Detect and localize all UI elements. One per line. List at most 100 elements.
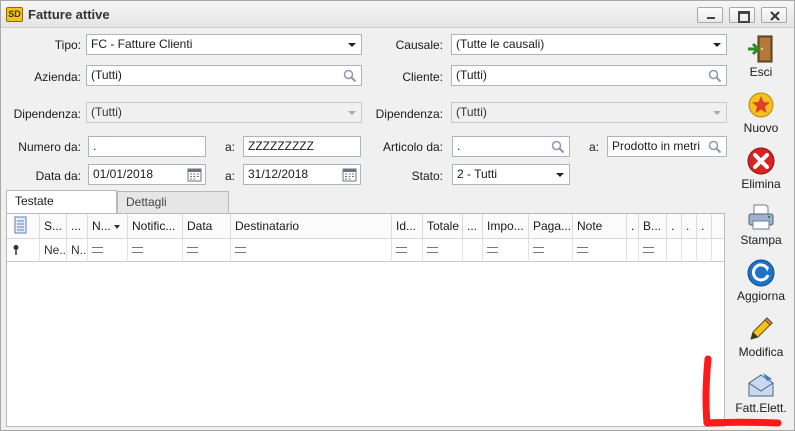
dipendenza-value: (Tutti) — [91, 105, 122, 119]
close-button[interactable] — [761, 7, 787, 23]
articolo-da-input[interactable]: . — [452, 136, 570, 157]
numero-a-value: ZZZZZZZZZ — [248, 139, 314, 153]
esci-label: Esci — [749, 65, 773, 79]
column-chooser-icon — [14, 216, 27, 234]
fatt-elett-button[interactable]: Fatt.Elett. — [728, 367, 794, 419]
equals-icon — [643, 246, 654, 253]
tipo-value: FC - Fatture Clienti — [91, 37, 193, 51]
tab-dettagli-documenti[interactable]: Dettagli documenti — [117, 191, 229, 230]
filter-cell[interactable] — [697, 239, 712, 262]
cliente-label: Cliente: — [402, 70, 443, 84]
modifica-label: Modifica — [738, 345, 784, 359]
equals-icon — [533, 246, 544, 253]
numero-a-input[interactable]: ZZZZZZZZZ — [243, 136, 361, 157]
modifica-button[interactable]: Modifica — [728, 311, 794, 363]
aggiorna-button[interactable]: Aggiorna — [728, 255, 794, 307]
column-header[interactable]: . — [682, 214, 697, 239]
numero-da-input[interactable]: . — [88, 136, 206, 157]
nuovo-button[interactable]: Nuovo — [728, 87, 794, 139]
column-header[interactable]: Note — [573, 214, 627, 239]
equals-icon — [577, 246, 588, 253]
filter-cell[interactable]: Ne... — [40, 239, 67, 262]
equals-icon — [235, 246, 246, 253]
stato-label: Stato: — [411, 169, 443, 183]
data-da-label: Data da: — [35, 169, 81, 183]
cliente-input[interactable]: (Tutti) — [451, 65, 727, 86]
column-header[interactable]: . — [667, 214, 682, 239]
data-da-value: 01/01/2018 — [93, 167, 154, 181]
column-header[interactable]: ... — [463, 214, 483, 239]
minimize-button[interactable] — [697, 7, 723, 23]
stato-value: 2 - Tutti — [457, 167, 498, 181]
chevron-down-icon — [713, 43, 721, 47]
search-icon[interactable] — [708, 140, 722, 154]
esci-button[interactable]: Esci — [728, 31, 794, 83]
column-header[interactable]: ... — [67, 214, 88, 239]
column-header[interactable]: Totale — [423, 214, 463, 239]
stampa-button[interactable]: Stampa — [728, 199, 794, 251]
filter-pin-icon — [13, 245, 19, 255]
column-header[interactable]: Notific... — [128, 214, 183, 239]
equals-icon — [396, 246, 407, 253]
articolo-da-value: . — [457, 139, 461, 153]
articolo-da-label: Articolo da: — [382, 140, 443, 154]
data-a-value: 31/12/2018 — [248, 167, 309, 181]
equals-icon — [487, 246, 498, 253]
new-star-icon — [748, 92, 774, 118]
tab-testate-documenti[interactable]: Testate documenti — [6, 190, 117, 229]
stato-select[interactable]: 2 - Tutti — [452, 164, 570, 185]
search-icon[interactable] — [343, 69, 357, 83]
exit-door-icon — [748, 35, 773, 63]
maximize-icon — [730, 8, 754, 23]
column-header[interactable]: . — [697, 214, 712, 239]
column-header[interactable]: Data — [183, 214, 231, 239]
filter-row: Ne... N... — [7, 239, 724, 262]
filter-cell[interactable] — [183, 239, 231, 262]
filter-cell[interactable]: N... — [67, 239, 88, 262]
filter-cell[interactable] — [483, 239, 529, 262]
nuovo-label: Nuovo — [743, 121, 779, 135]
dipendenza-select[interactable]: (Tutti) — [86, 102, 362, 123]
calendar-icon[interactable] — [342, 167, 357, 182]
printer-icon — [748, 204, 774, 230]
numero-da-value: . — [93, 139, 97, 153]
maximize-button[interactable] — [729, 7, 755, 23]
filter-cell[interactable] — [639, 239, 667, 262]
filter-cell[interactable] — [463, 239, 483, 262]
title-bar: SD Fatture attive — [1, 1, 794, 28]
filter-cell[interactable] — [682, 239, 697, 262]
azienda-input[interactable]: (Tutti) — [86, 65, 362, 86]
column-header[interactable]: . — [627, 214, 639, 239]
causale-select[interactable]: (Tutte le causali) — [451, 34, 727, 55]
filter-cell[interactable] — [88, 239, 128, 262]
filter-cell[interactable] — [667, 239, 682, 262]
column-header[interactable]: S... — [40, 214, 67, 239]
filter-cell[interactable] — [529, 239, 573, 262]
pencil-icon — [750, 317, 773, 340]
column-header-numero[interactable]: N... — [88, 214, 128, 239]
dipendenza-cliente-select[interactable]: (Tutti) — [451, 102, 727, 123]
column-header[interactable]: Impo... — [483, 214, 529, 239]
data-a-label: a: — [224, 169, 235, 183]
filter-cell[interactable] — [231, 239, 392, 262]
column-header[interactable]: B... — [639, 214, 667, 239]
column-header[interactable]: Destinatario — [231, 214, 392, 239]
filter-cell[interactable] — [573, 239, 627, 262]
column-header[interactable]: Paga... — [529, 214, 573, 239]
elimina-button[interactable]: Elimina — [728, 143, 794, 195]
articolo-a-input[interactable]: Prodotto in metri — [607, 136, 727, 157]
tipo-select[interactable]: FC - Fatture Clienti — [86, 34, 362, 55]
column-header[interactable]: Id... — [392, 214, 423, 239]
filter-cell[interactable] — [392, 239, 423, 262]
search-icon[interactable] — [708, 69, 722, 83]
filter-cell[interactable] — [423, 239, 463, 262]
search-icon[interactable] — [551, 140, 565, 154]
calendar-icon[interactable] — [187, 167, 202, 182]
column-chooser-button[interactable] — [7, 214, 40, 239]
equals-icon — [187, 246, 198, 253]
filter-cell[interactable] — [128, 239, 183, 262]
data-da-input[interactable]: 01/01/2018 — [88, 164, 206, 185]
dipendenza-cliente-value: (Tutti) — [456, 105, 487, 119]
filter-cell[interactable] — [627, 239, 639, 262]
data-a-input[interactable]: 31/12/2018 — [243, 164, 361, 185]
